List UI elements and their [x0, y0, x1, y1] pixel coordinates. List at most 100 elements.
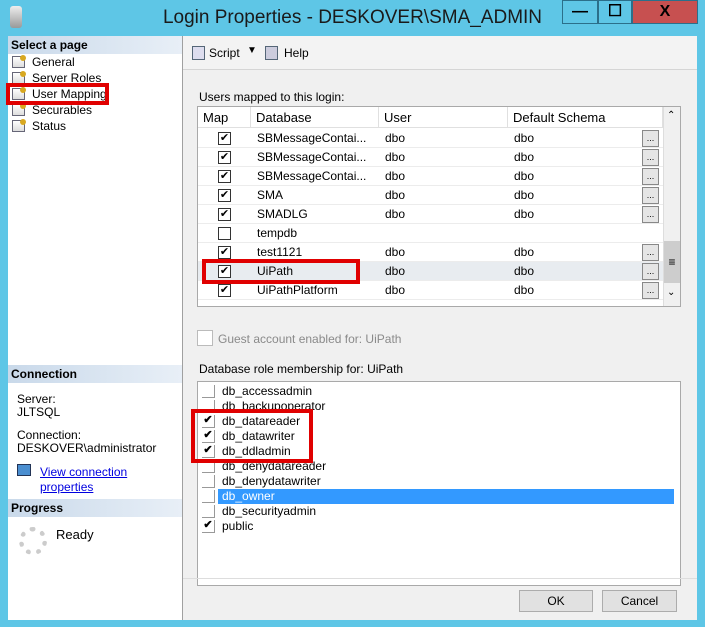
role-item[interactable]: ✔ public — [198, 519, 678, 534]
page-icon — [12, 119, 26, 132]
sidebar-item-general[interactable]: General — [8, 54, 182, 70]
schema-cell[interactable]: dbo — [514, 243, 534, 262]
browse-schema-button[interactable]: ... — [642, 130, 659, 147]
browse-schema-button[interactable]: ... — [642, 263, 659, 280]
role-name: public — [222, 519, 254, 533]
close-button[interactable]: X — [632, 0, 698, 24]
guest-account-label: Guest account enabled for: UiPath — [218, 332, 402, 346]
map-checkbox[interactable]: ✔ — [218, 151, 231, 164]
sidebar-item-status[interactable]: Status — [8, 118, 182, 134]
database-cell: SMADLG — [257, 207, 308, 221]
user-cell[interactable]: dbo — [385, 148, 405, 167]
help-button[interactable]: Help — [284, 46, 309, 60]
user-cell[interactable]: dbo — [385, 186, 405, 205]
script-button[interactable]: Script — [209, 46, 240, 60]
connection-label: Connection: — [17, 428, 82, 442]
browse-schema-button[interactable]: ... — [642, 187, 659, 204]
grid-scrollbar[interactable]: ⌃ ≡ ⌄ — [663, 107, 680, 306]
guest-account-checkbox[interactable] — [197, 330, 213, 346]
page-icon — [12, 103, 26, 116]
highlight-user-mapping — [6, 83, 109, 105]
role-item[interactable]: db_owner — [198, 489, 678, 504]
scroll-down-icon[interactable]: ⌄ — [667, 287, 675, 298]
map-checkbox[interactable]: ✔ — [218, 170, 231, 183]
user-cell[interactable]: dbo — [385, 205, 405, 224]
sidebar-item-label: Securables — [32, 103, 93, 117]
schema-cell[interactable]: dbo — [514, 148, 534, 167]
map-checkbox[interactable]: ✔ — [218, 189, 231, 202]
browse-schema-button[interactable]: ... — [642, 244, 659, 261]
role-checkbox[interactable] — [202, 490, 215, 503]
progress-spinner-icon — [19, 527, 47, 555]
toolbar: Script ▼ Help — [183, 36, 697, 70]
schema-cell[interactable]: dbo — [514, 262, 534, 281]
browse-schema-button[interactable]: ... — [642, 206, 659, 223]
table-row[interactable]: tempdb — [198, 224, 663, 243]
schema-cell[interactable]: dbo — [514, 281, 534, 300]
highlight-roles — [191, 409, 313, 463]
role-item[interactable]: db_accessadmin — [198, 384, 678, 399]
database-cell: SBMessageContai... — [257, 169, 367, 183]
scroll-thumb[interactable]: ≡ — [664, 241, 680, 283]
map-checkbox[interactable]: ✔ — [218, 132, 231, 145]
role-checkbox[interactable]: ✔ — [202, 520, 215, 533]
table-row[interactable]: ✔ SBMessageContai... dbo dbo ... — [198, 148, 663, 167]
table-row[interactable]: ✔ SMADLG dbo dbo ... — [198, 205, 663, 224]
user-cell[interactable]: dbo — [385, 243, 405, 262]
map-checkbox[interactable]: ✔ — [218, 246, 231, 259]
column-default-schema[interactable]: Default Schema — [508, 107, 663, 128]
table-row[interactable]: ✔ SBMessageContai... dbo dbo ... — [198, 129, 663, 148]
progress-header: Progress — [8, 499, 182, 517]
ok-button[interactable]: OK — [519, 590, 593, 612]
role-checkbox[interactable] — [202, 475, 215, 488]
sidebar: Select a page General Server Roles User Ma… — [8, 36, 183, 620]
sidebar-item-label: Status — [32, 119, 67, 133]
user-cell[interactable]: dbo — [385, 167, 405, 186]
map-checkbox[interactable]: ✔ — [218, 284, 231, 297]
scroll-up-icon[interactable]: ⌃ — [667, 110, 675, 121]
connection-value: DESKOVER\administrator — [17, 441, 157, 455]
column-map[interactable]: Map — [198, 107, 251, 128]
role-name: db_accessadmin — [222, 384, 313, 398]
schema-cell[interactable]: dbo — [514, 167, 534, 186]
role-item[interactable]: db_denydatawriter — [198, 474, 678, 489]
user-cell[interactable]: dbo — [385, 129, 405, 148]
browse-schema-button[interactable]: ... — [642, 282, 659, 299]
highlight-uipath-row — [202, 259, 360, 284]
help-icon — [265, 46, 278, 60]
browse-schema-button[interactable]: ... — [642, 149, 659, 166]
column-database[interactable]: Database — [251, 107, 379, 128]
role-checkbox[interactable] — [202, 505, 215, 518]
browse-schema-button[interactable]: ... — [642, 168, 659, 185]
user-cell[interactable]: dbo — [385, 262, 405, 281]
select-page-header: Select a page — [8, 36, 182, 54]
connection-header: Connection — [8, 365, 182, 383]
minimize-button[interactable]: — — [562, 0, 598, 24]
connection-properties-icon — [17, 464, 31, 476]
column-user[interactable]: User — [379, 107, 508, 128]
schema-cell[interactable]: dbo — [514, 186, 534, 205]
database-cell: SMA — [257, 188, 284, 202]
script-dropdown-icon[interactable]: ▼ — [247, 45, 257, 56]
schema-cell[interactable]: dbo — [514, 205, 534, 224]
view-connection-properties-link[interactable]: View connection properties — [40, 465, 150, 495]
table-row[interactable]: ✔ SMA dbo dbo ... — [198, 186, 663, 205]
role-item[interactable]: db_securityadmin — [198, 504, 678, 519]
role-membership-label: Database role membership for: UiPath — [199, 362, 404, 376]
user-cell[interactable]: dbo — [385, 281, 405, 300]
table-row[interactable]: ✔ SBMessageContai... dbo dbo ... — [198, 167, 663, 186]
script-icon — [192, 46, 205, 60]
page-icon — [12, 55, 26, 68]
database-cell: SBMessageContai... — [257, 131, 367, 145]
role-name: db_owner — [218, 489, 674, 504]
cancel-button[interactable]: Cancel — [602, 590, 677, 612]
maximize-button[interactable]: ☐ — [598, 0, 632, 24]
main-panel: Script ▼ Help Users mapped to this login… — [183, 36, 697, 620]
role-name: db_denydatawriter — [222, 474, 321, 488]
map-checkbox[interactable]: ✔ — [218, 208, 231, 221]
schema-cell[interactable]: dbo — [514, 129, 534, 148]
database-cell: SBMessageContai... — [257, 150, 367, 164]
server-value: JLTSQL — [17, 405, 61, 419]
role-checkbox[interactable] — [202, 385, 215, 398]
map-checkbox[interactable] — [218, 227, 231, 240]
